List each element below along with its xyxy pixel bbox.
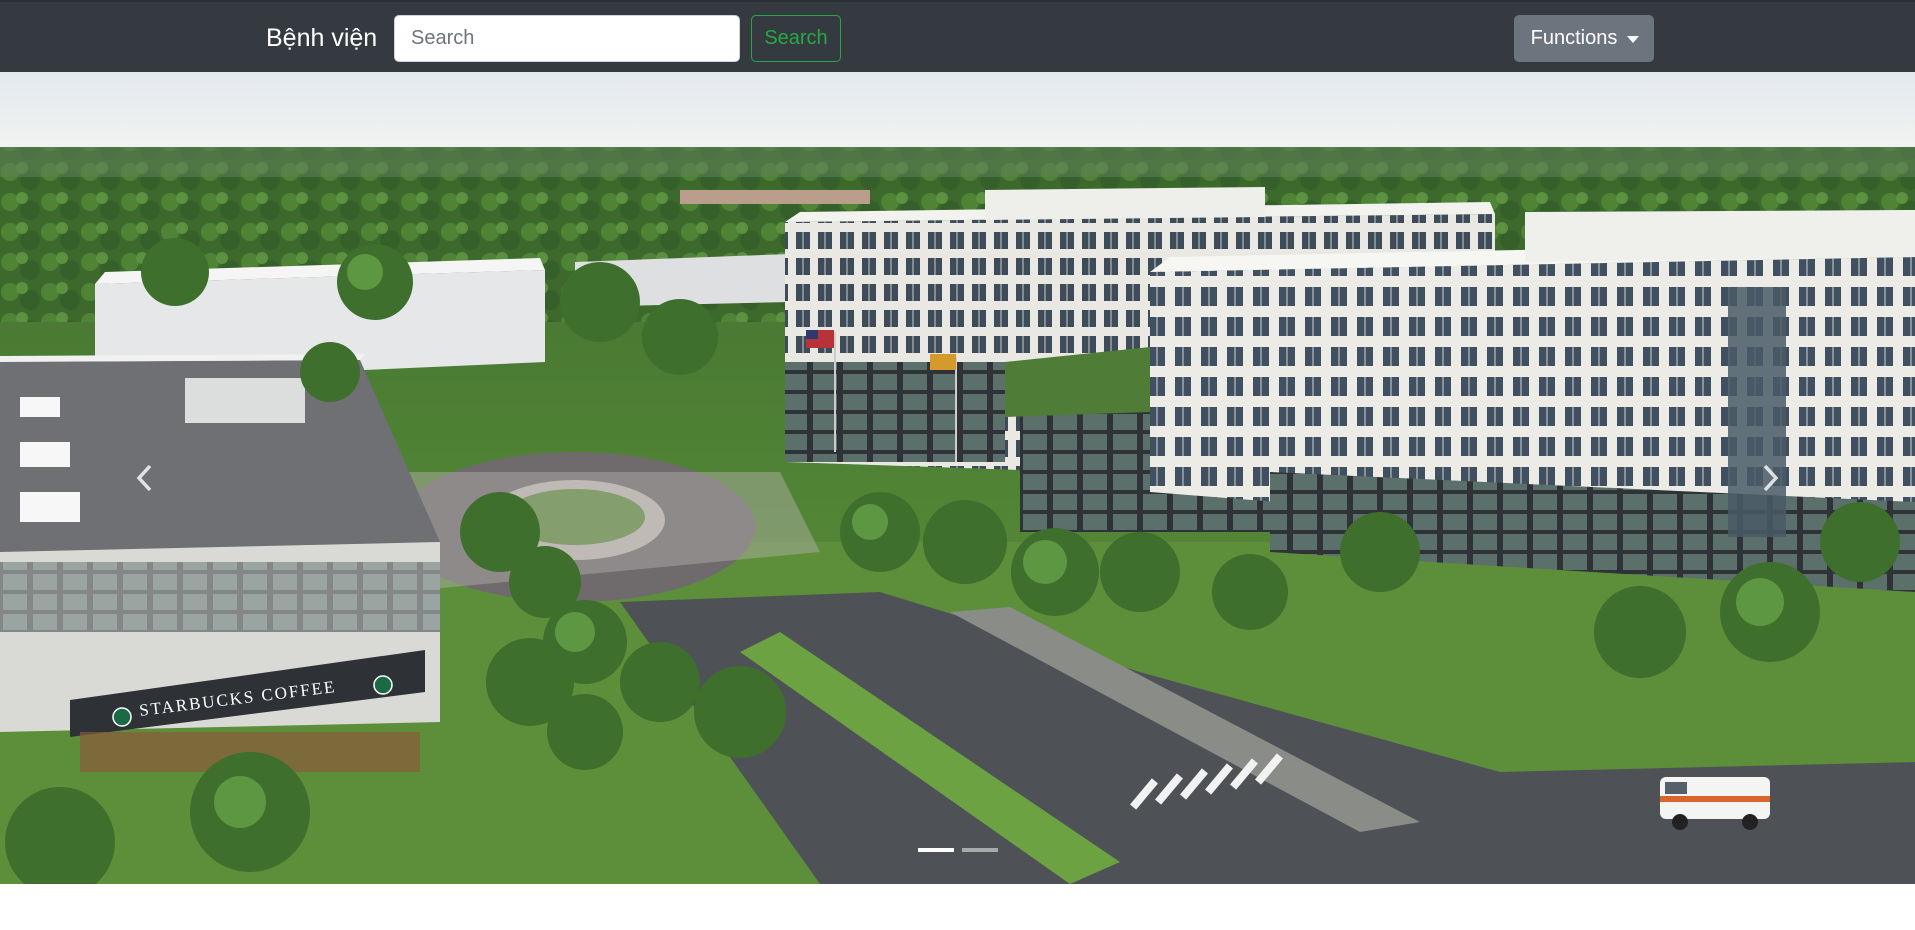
carousel-next-control[interactable] <box>1625 72 1915 884</box>
chevron-left-icon <box>136 464 152 492</box>
carousel-prev-control[interactable] <box>0 72 290 884</box>
carousel-indicators <box>0 848 1915 852</box>
caret-down-icon <box>1627 36 1640 43</box>
carousel-indicator-1[interactable] <box>917 848 954 852</box>
navbar-brand[interactable]: Bệnh viện <box>266 22 377 54</box>
functions-dropdown-button[interactable]: Functions <box>1514 15 1654 62</box>
search-input[interactable] <box>394 15 740 62</box>
functions-label: Functions <box>1530 27 1618 49</box>
search-button[interactable]: Search <box>751 15 841 62</box>
chevron-right-icon <box>1763 464 1779 492</box>
image-carousel: STARBUCKS COFFEE <box>0 72 1915 884</box>
carousel-indicator-2[interactable] <box>961 848 998 852</box>
top-navbar: Bệnh viện Search Functions <box>0 0 1915 72</box>
